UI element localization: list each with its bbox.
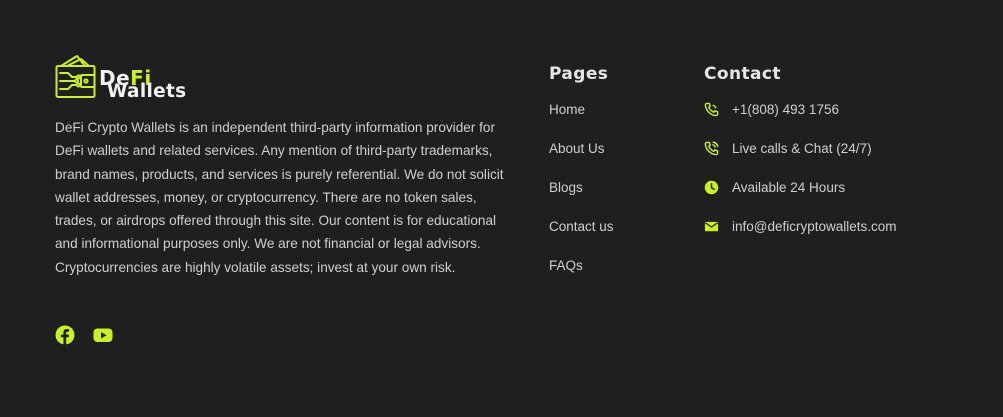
contact-live-calls-text: Live calls & Chat (24/7): [732, 141, 872, 156]
contact-list: +1(808) 493 1756 Live calls & Chat (24/7…: [704, 102, 994, 258]
pages-list: Home About Us Blogs Contact us FAQs: [549, 102, 679, 297]
facebook-icon: [55, 325, 75, 349]
clock-icon: [704, 180, 719, 195]
nav-link-home[interactable]: Home: [549, 102, 585, 117]
contact-phone-text: +1(808) 493 1756: [732, 102, 839, 117]
list-item: Contact us: [549, 219, 679, 258]
nav-link-contact-us[interactable]: Contact us: [549, 219, 614, 234]
contact-item-hours: Available 24 Hours: [704, 180, 994, 219]
social-links: [55, 325, 113, 345]
youtube-icon: [93, 328, 113, 349]
logo-wordmark: DeFi Wallets: [99, 54, 209, 102]
wallet-circuit-icon: [55, 54, 97, 100]
contact-column: Contact +1(808) 493 1756 Live calls & Ch…: [704, 64, 994, 258]
site-footer: DeFi Wallets DeFi Crypto Wallets is an i…: [0, 0, 1003, 417]
phone-calling-icon: [704, 141, 719, 156]
contact-email-text: info@deficryptowallets.com: [732, 219, 897, 234]
list-item: Blogs: [549, 180, 679, 219]
list-item: About Us: [549, 141, 679, 180]
youtube-link[interactable]: [93, 325, 113, 345]
logo[interactable]: DeFi Wallets: [55, 52, 505, 102]
envelope-icon: [704, 219, 719, 234]
pages-column: Pages Home About Us Blogs Contact us FAQ…: [549, 64, 679, 297]
phone-icon: [704, 102, 719, 117]
facebook-link[interactable]: [55, 325, 75, 345]
contact-title: Contact: [704, 64, 781, 84]
contact-item-live-calls[interactable]: Live calls & Chat (24/7): [704, 141, 994, 180]
list-item: Home: [549, 102, 679, 141]
logo-word-wallets: Wallets: [107, 81, 187, 102]
nav-link-blogs[interactable]: Blogs: [549, 180, 583, 195]
nav-link-about-us[interactable]: About Us: [549, 141, 605, 156]
contact-hours-text: Available 24 Hours: [732, 180, 846, 195]
contact-item-phone[interactable]: +1(808) 493 1756: [704, 102, 994, 141]
brand-description: DeFi Crypto Wallets is an independent th…: [55, 120, 504, 275]
list-item: FAQs: [549, 258, 679, 297]
brand-column: DeFi Wallets DeFi Crypto Wallets is an i…: [55, 52, 505, 293]
contact-item-email[interactable]: info@deficryptowallets.com: [704, 219, 994, 258]
nav-link-faqs[interactable]: FAQs: [549, 258, 583, 273]
pages-title: Pages: [549, 64, 609, 84]
